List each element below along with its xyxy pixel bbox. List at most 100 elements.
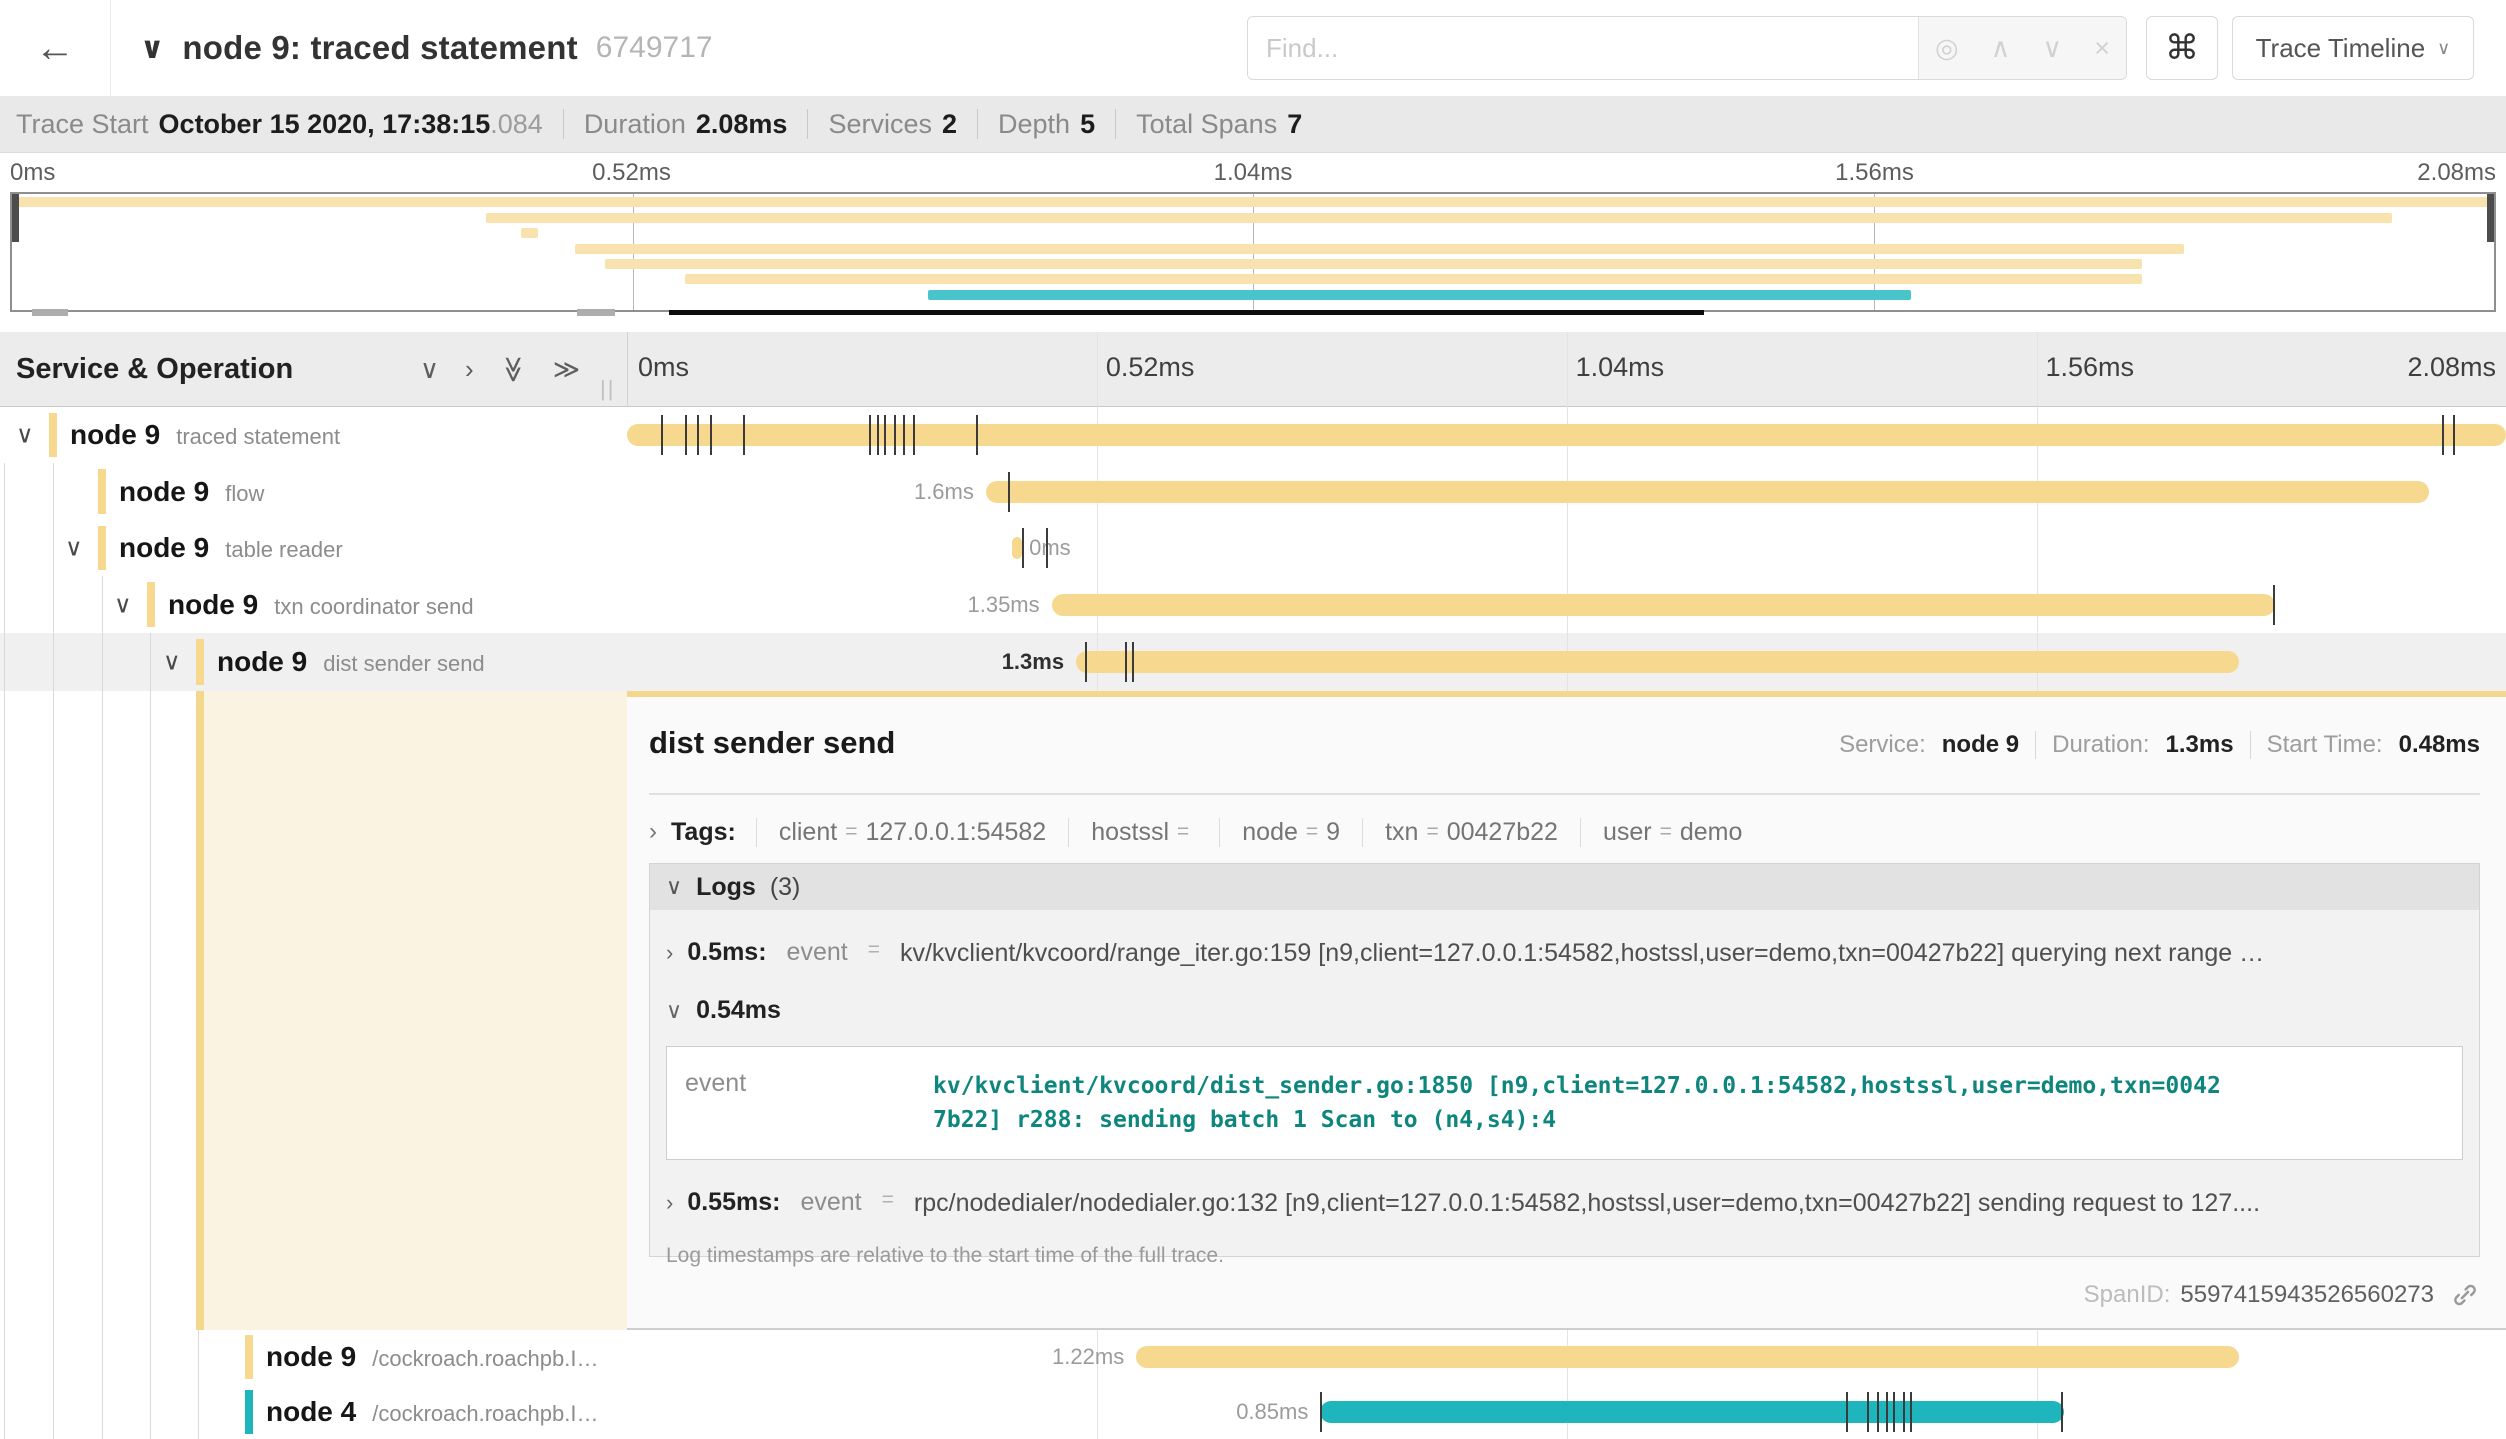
column-resize-grip[interactable]: || xyxy=(600,376,615,402)
copy-link-icon[interactable] xyxy=(2450,1280,2480,1310)
span-row[interactable]: ∨ node 9txn coordinator send 1.35ms xyxy=(0,576,2506,633)
span-bar-cell[interactable]: 1.35ms xyxy=(627,576,2506,633)
span-duration-label: 1.35ms xyxy=(627,576,1052,633)
expand-one-icon[interactable]: › xyxy=(465,354,474,385)
log-event-tick xyxy=(1893,1392,1895,1432)
minimap-span xyxy=(605,259,2141,269)
chevron-down-icon[interactable]: ∨ xyxy=(65,534,83,563)
service-color-bar xyxy=(147,582,155,628)
minimap-span xyxy=(521,228,538,238)
logs-header[interactable]: ∨ Logs (3) xyxy=(650,864,2479,910)
view-select-label: Trace Timeline xyxy=(2256,33,2426,64)
span-bar-cell[interactable]: 0ms xyxy=(627,520,2506,576)
operation-name: /cockroach.roachpb.I… xyxy=(372,1346,598,1371)
log-event-tick xyxy=(1846,1392,1848,1432)
tags-row[interactable]: › Tags: client=127.0.0.1:54582 hostssl= … xyxy=(649,809,2480,855)
span-name-cell[interactable]: node 9flow xyxy=(0,463,627,520)
log-event-tick xyxy=(1132,642,1134,682)
minimap-drag-tab[interactable] xyxy=(32,309,68,316)
trace-minimap[interactable]: 0ms 0.52ms 1.04ms 1.56ms 2.08ms xyxy=(0,153,2506,332)
span-name-cell[interactable]: node 4/cockroach.roachpb.I… xyxy=(0,1384,627,1439)
span-bar-cell[interactable]: 1.3ms xyxy=(627,633,2506,691)
span-bar-cell[interactable]: 1.22ms xyxy=(627,1330,2506,1384)
log-entry[interactable]: › 0.55ms: event= rpc/nodedialer/nodedial… xyxy=(650,1160,2479,1218)
service-name: node 9table reader xyxy=(119,532,343,564)
span-bar[interactable] xyxy=(627,424,2506,446)
span-row-selected[interactable]: ∨ node 9dist sender send 1.3ms xyxy=(0,633,2506,691)
top-bar: ← ∨ node 9: traced statement 6749717 ◎ ∧… xyxy=(0,0,2506,97)
chevron-down-icon[interactable]: ∨ xyxy=(163,648,181,677)
log-key: event xyxy=(685,1069,933,1137)
span-bar-cell[interactable]: 0.85ms xyxy=(627,1384,2506,1439)
back-button[interactable]: ← xyxy=(0,0,111,96)
span-row[interactable]: node 4/cockroach.roachpb.I… 0.85ms xyxy=(0,1384,2506,1439)
chevron-down-icon: ∨ xyxy=(2437,38,2450,59)
operation-name: dist sender send xyxy=(323,651,484,676)
collapse-one-icon[interactable]: ∨ xyxy=(420,354,439,385)
collapse-all-icon[interactable]: ≫ xyxy=(498,355,529,382)
log-event-tick xyxy=(884,415,886,455)
log-event-tick xyxy=(743,415,745,455)
span-row[interactable]: node 9/cockroach.roachpb.I… 1.22ms xyxy=(0,1330,2506,1384)
service-name: node 9txn coordinator send xyxy=(168,589,474,621)
find-input[interactable] xyxy=(1248,17,1918,79)
operation-name: flow xyxy=(225,481,264,506)
span-row[interactable]: ∨ node 9table reader 0ms xyxy=(0,520,2506,576)
span-row[interactable]: node 9flow 1.6ms xyxy=(0,463,2506,520)
tag-item: hostssl= xyxy=(1068,818,1219,847)
span-bar[interactable] xyxy=(1136,1346,2239,1368)
log-event-tick xyxy=(697,415,699,455)
span-bar[interactable] xyxy=(1320,1401,2064,1423)
chevron-down-icon[interactable]: ∨ xyxy=(16,421,34,450)
trace-id: 6749717 xyxy=(596,31,713,65)
detail-left-fill xyxy=(204,691,627,1330)
span-row[interactable]: ∨ node 9traced statement xyxy=(0,407,2506,463)
expand-all-icon[interactable]: ≫ xyxy=(553,354,580,385)
span-name-cell[interactable]: ∨ node 9table reader xyxy=(0,520,627,576)
span-id-row: SpanID: 5597415943526560273 xyxy=(2084,1280,2480,1310)
service-color-bar xyxy=(98,526,106,571)
tag-item: user=demo xyxy=(1580,818,1764,847)
span-bar[interactable] xyxy=(1076,651,2239,673)
log-entry[interactable]: › 0.5ms: event= kv/kvclient/kvcoord/rang… xyxy=(650,910,2479,968)
trace-title-group[interactable]: ∨ node 9: traced statement 6749717 xyxy=(140,0,713,96)
next-result-icon[interactable]: ∨ xyxy=(2042,33,2062,64)
span-bar[interactable] xyxy=(1012,537,1021,559)
span-name-cell[interactable]: node 9/cockroach.roachpb.I… xyxy=(0,1330,627,1384)
chevron-right-icon[interactable]: › xyxy=(649,818,657,846)
clear-search-icon[interactable]: × xyxy=(2094,33,2110,64)
span-bar[interactable] xyxy=(1052,594,2275,616)
minimap-drag-tab[interactable] xyxy=(577,309,615,316)
span-bar-cell[interactable] xyxy=(627,407,2506,463)
log-event-tick xyxy=(1886,1392,1888,1432)
keyboard-shortcuts-button[interactable]: ⌘ xyxy=(2146,16,2218,80)
view-select[interactable]: Trace Timeline ∨ xyxy=(2232,16,2474,80)
logs-count: (3) xyxy=(770,873,801,902)
span-bar-cell[interactable]: 1.6ms xyxy=(627,463,2506,520)
minimap-right-scrubber[interactable] xyxy=(2487,194,2494,242)
minimap-canvas[interactable] xyxy=(10,192,2496,312)
trace-start-fraction: .084 xyxy=(490,109,543,140)
locate-icon[interactable]: ◎ xyxy=(1935,33,1959,64)
minimap-left-scrubber[interactable] xyxy=(12,194,19,242)
log-event-tick xyxy=(2061,1392,2063,1432)
minimap-selection-marker xyxy=(669,310,1704,315)
span-name-cell[interactable]: ∨ node 9txn coordinator send xyxy=(0,576,627,633)
span-bar[interactable] xyxy=(986,481,2429,503)
find-buttons: ◎ ∧ ∨ × xyxy=(1918,17,2126,79)
chevron-down-icon[interactable]: ∨ xyxy=(140,31,164,66)
log-event-tick xyxy=(2442,415,2444,455)
log-entry-expanded[interactable]: ∨ 0.54ms xyxy=(650,968,2479,1026)
tag-item: client=127.0.0.1:54582 xyxy=(756,818,1068,847)
operation-name: table reader xyxy=(225,537,342,562)
chevron-down-icon[interactable]: ∨ xyxy=(114,590,132,619)
log-event-tick xyxy=(913,415,915,455)
span-name-cell[interactable]: ∨ node 9dist sender send xyxy=(0,633,627,691)
total-spans-value: 7 xyxy=(1287,109,1302,140)
span-duration-label: 0.85ms xyxy=(627,1384,1320,1439)
log-detail-table: event kv/kvclient/kvcoord/dist_sender.go… xyxy=(666,1046,2463,1160)
span-name-cell[interactable]: ∨ node 9traced statement xyxy=(0,407,627,463)
logs-section: ∨ Logs (3) › 0.5ms: event= kv/kvclient/k… xyxy=(649,863,2480,1257)
depth-label: Depth xyxy=(998,109,1070,140)
prev-result-icon[interactable]: ∧ xyxy=(1991,33,2011,64)
